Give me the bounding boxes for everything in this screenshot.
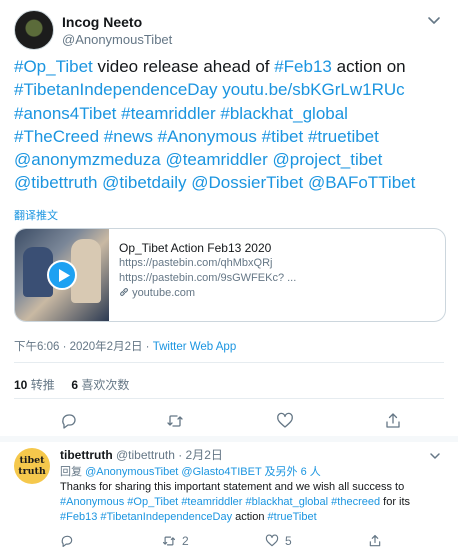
reply-handle[interactable]: @tibettruth (116, 448, 175, 462)
chevron-down-icon[interactable] (428, 449, 442, 463)
retweet-icon[interactable] (166, 412, 184, 430)
hashtag-link[interactable]: #teamriddler (181, 496, 242, 508)
text-segment: action on (331, 57, 406, 76)
replying-to: 回复 @AnonymousTibet @Glasto4TIBET 及另外 6 人 (60, 463, 321, 479)
url-link[interactable]: youtu.be/sbKGrLw1RUc (222, 80, 404, 99)
reply-icon[interactable] (60, 412, 78, 430)
hashtag-link[interactable]: #news (104, 127, 153, 146)
hashtag-link[interactable]: #Op_Tibet (14, 57, 93, 76)
link-icon (120, 288, 128, 296)
play-icon[interactable] (47, 260, 77, 290)
reply-retweet-count: 2 (182, 534, 189, 548)
mention-link[interactable]: @tibettruth (14, 173, 97, 192)
reply-avatar[interactable]: tibet truth (14, 448, 50, 484)
card-body: Op_Tibet Action Feb13 2020 https://paste… (119, 241, 437, 301)
hashtag-link[interactable]: #Anonymous (158, 127, 257, 146)
likes-stat[interactable]: 6 喜欢次数 (71, 378, 129, 392)
hashtag-link[interactable]: #blackhat_global (220, 104, 348, 123)
tweet-text: #Op_Tibet video release ahead of #Feb13 … (14, 55, 450, 195)
heart-icon[interactable] (276, 412, 294, 430)
avatar-logo-text: truth (18, 466, 46, 477)
reply-display-name[interactable]: tibettruth (60, 448, 113, 462)
hashtag-link[interactable]: #TheCreed (14, 127, 99, 146)
hashtag-link[interactable]: #tibet (262, 127, 304, 146)
card-domain: youtube.com (119, 286, 437, 301)
divider (14, 362, 444, 363)
reply-like-count: 5 (285, 534, 292, 548)
hashtag-link[interactable]: #TibetanIndependenceDay (100, 511, 232, 523)
reply-date[interactable]: · 2月2日 (178, 448, 223, 462)
reply-reply-button[interactable] (60, 532, 74, 550)
mention-link[interactable]: @BAFoTTibet (308, 173, 415, 192)
tweet-text-line: #TibetanIndependenceDay youtu.be/sbKGrLw… (14, 78, 450, 101)
chevron-down-icon[interactable] (426, 12, 442, 28)
share-icon (369, 534, 381, 547)
likes-label: 喜欢次数 (81, 378, 130, 392)
avatar[interactable] (14, 10, 54, 50)
translate-tweet-link[interactable]: 翻译推文 (14, 207, 58, 223)
hashtag-link[interactable]: #TibetanIndependenceDay (14, 80, 218, 99)
hashtag-link[interactable]: #truetibet (308, 127, 379, 146)
card-description: https://pastebin.com/9sGWFEKc? ... (119, 272, 297, 284)
hashtag-link[interactable]: #teamriddler (121, 104, 216, 123)
hashtag-link[interactable]: #Feb13 (274, 57, 332, 76)
mention-link[interactable]: @anonymzmeduza (14, 150, 161, 169)
hashtag-link[interactable]: #Op_Tibet (127, 496, 178, 508)
tweet-meta: 下午6:06 · 2020年2月2日 · Twitter Web App (14, 338, 236, 354)
link-preview-card[interactable]: Op_Tibet Action Feb13 2020 https://paste… (14, 228, 446, 322)
replying-others[interactable]: 及另外 6 人 (261, 466, 321, 478)
mention-link[interactable]: @project_tibet (272, 150, 382, 169)
heart-icon (265, 534, 279, 547)
retweets-count: 10 (14, 378, 28, 392)
mention-link[interactable]: @DossierTibet (191, 173, 303, 192)
section-divider (0, 436, 458, 442)
tweet-text-line: #anons4Tibet #teamriddler #blackhat_glob… (14, 102, 450, 125)
hashtag-link[interactable]: #anons4Tibet (14, 104, 116, 123)
card-title: Op_Tibet Action Feb13 2020 (119, 241, 272, 255)
tweet-header: Incog Neeto @AnonymousTibet (14, 10, 446, 50)
reply-text-line: #Anonymous #Op_Tibet #teamriddler #black… (60, 495, 446, 510)
reply-icon (61, 535, 73, 548)
video-thumbnail[interactable] (15, 229, 109, 321)
hashtag-link[interactable]: #Feb13 (60, 511, 97, 523)
tweet-text-line: @anonymzmeduza @teamriddler @project_tib… (14, 148, 450, 171)
retweet-icon (162, 536, 176, 546)
reply-retweet-button[interactable]: 2 (162, 532, 189, 550)
reply-like-button[interactable]: 5 (265, 532, 292, 550)
replying-prefix: 回复 (60, 466, 86, 478)
tweet-stats: 10 转推 6 喜欢次数 (14, 376, 129, 393)
mention-link[interactable]: @teamriddler (165, 150, 267, 169)
mention-link[interactable]: @tibetdaily (102, 173, 186, 192)
retweets-stat[interactable]: 10 转推 (14, 378, 55, 392)
divider (14, 398, 444, 399)
hashtag-link[interactable]: #blackhat_global (246, 496, 329, 508)
tweet-text-line: #Op_Tibet video release ahead of #Feb13 … (14, 55, 450, 78)
reply-header: tibettruth @tibettruth · 2月2日 (60, 446, 223, 463)
reply-text-line: Thanks for sharing this important statem… (60, 481, 405, 493)
user-handle[interactable]: @AnonymousTibet (62, 32, 172, 47)
tweet-source[interactable]: Twitter Web App (153, 341, 237, 353)
tweet-text-line: #TheCreed #news #Anonymous #tibet #truet… (14, 125, 450, 148)
reply-share-button[interactable] (368, 532, 382, 550)
text-segment: video release ahead of (92, 57, 275, 76)
reply-actions: 2 5 (60, 532, 446, 550)
reply-text-line: #Feb13 #TibetanIndependenceDay action #t… (60, 510, 446, 525)
card-domain-text: youtube.com (132, 287, 196, 299)
hashtag-link[interactable]: #thecreed (331, 496, 380, 508)
reply-text: Thanks for sharing this important statem… (60, 480, 446, 525)
hashtag-link[interactable]: #Anonymous (60, 496, 124, 508)
share-icon[interactable] (384, 412, 402, 430)
likes-count: 6 (71, 378, 79, 392)
display-name[interactable]: Incog Neeto (62, 14, 142, 30)
card-description: https://pastebin.com/qhMbxQRj (119, 257, 273, 269)
text-segment: action (232, 511, 268, 523)
tweet-text-line: @tibettruth @tibetdaily @DossierTibet @B… (14, 171, 450, 194)
retweets-label: 转推 (30, 378, 55, 392)
replying-mentions[interactable]: @AnonymousTibet @Glasto4TIBET (85, 466, 261, 478)
tweet-actions (14, 408, 444, 434)
hashtag-link[interactable]: #trueTibet (268, 511, 317, 523)
text-segment: for its (380, 496, 411, 508)
tweet-timestamp[interactable]: 下午6:06 · 2020年2月2日 · (14, 341, 153, 353)
avatar-logo-text: tibet (19, 455, 45, 466)
